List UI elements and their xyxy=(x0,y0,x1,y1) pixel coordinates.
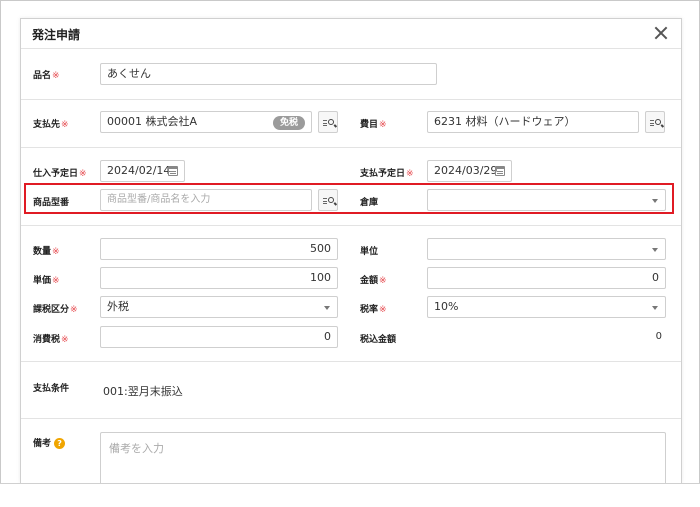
required-mark: ※ xyxy=(406,169,414,179)
payment-terms-value: 001:翌月末振込 xyxy=(103,385,183,398)
section-divider xyxy=(21,225,681,226)
account-input[interactable]: 6231 材料（ハードウェア） xyxy=(427,111,639,133)
amount-label: 金額※ xyxy=(360,276,387,286)
supplier-search-button[interactable] xyxy=(318,111,338,133)
supplier-value: 00001 株式会社A xyxy=(107,115,198,128)
purchase-order-dialog: 発注申請 品名※ あくせん 支払先※ 00001 株式会社A 免税 費目※ 62… xyxy=(20,18,682,483)
dialog-title: 発注申請 xyxy=(32,28,81,42)
tax-rate-label: 税率※ xyxy=(360,305,387,315)
consumption-tax-label: 消費税※ xyxy=(33,335,69,345)
tax-rate-select[interactable]: 10% xyxy=(427,296,666,318)
search-icon xyxy=(328,119,334,125)
payment-date-label: 支払予定日※ xyxy=(360,169,414,179)
product-name-input[interactable]: あくせん xyxy=(100,63,437,85)
chevron-down-icon xyxy=(324,306,330,310)
amount-input[interactable]: 0 xyxy=(427,267,666,289)
required-mark: ※ xyxy=(79,169,87,179)
quantity-label: 数量※ xyxy=(33,247,60,257)
required-mark: ※ xyxy=(52,71,60,81)
required-mark: ※ xyxy=(61,335,69,345)
list-icon xyxy=(650,120,654,126)
required-mark: ※ xyxy=(379,305,387,315)
tax-included-label: 税込金額 xyxy=(360,335,397,345)
tax-exempt-badge: 免税 xyxy=(272,116,305,130)
tax-category-value: 外税 xyxy=(107,300,129,313)
dialog-header: 発注申請 xyxy=(21,19,681,49)
required-mark: ※ xyxy=(379,120,387,130)
unit-label: 単位 xyxy=(360,247,379,257)
required-mark: ※ xyxy=(379,276,387,286)
payment-terms-label: 支払条件 xyxy=(33,384,70,394)
supplier-label: 支払先※ xyxy=(33,120,69,130)
purchase-date-value: 2024/02/14 xyxy=(107,164,171,177)
quantity-input[interactable]: 500 xyxy=(100,238,338,260)
list-icon xyxy=(323,120,327,126)
help-icon[interactable]: ? xyxy=(54,438,66,449)
warehouse-select[interactable] xyxy=(427,189,666,211)
purchase-date-input[interactable]: 2024/02/14 xyxy=(100,160,185,182)
section-divider xyxy=(21,99,681,100)
calendar-icon[interactable] xyxy=(168,166,178,176)
supplier-input[interactable]: 00001 株式会社A 免税 xyxy=(100,111,312,133)
tax-category-label: 課税区分※ xyxy=(33,305,78,315)
chevron-down-icon xyxy=(652,306,658,310)
tax-included-value: 0 xyxy=(655,331,662,342)
account-label: 費目※ xyxy=(360,120,387,130)
product-code-label: 商品型番 xyxy=(33,198,70,208)
chevron-down-icon xyxy=(652,248,658,252)
unit-price-input[interactable]: 100 xyxy=(100,267,338,289)
section-divider xyxy=(21,361,681,362)
tax-category-select[interactable]: 外税 xyxy=(100,296,338,318)
unit-price-label: 単価※ xyxy=(33,276,60,286)
search-icon xyxy=(655,119,661,125)
list-icon xyxy=(323,198,327,204)
required-mark: ※ xyxy=(61,120,69,130)
section-divider xyxy=(21,147,681,148)
purchase-date-label: 仕入予定日※ xyxy=(33,169,87,179)
payment-date-value: 2024/03/29 xyxy=(434,164,498,177)
product-name-label: 品名※ xyxy=(33,71,60,81)
product-code-input[interactable]: 商品型番/商品名を入力 xyxy=(100,189,312,211)
notes-label: 備考? xyxy=(33,436,66,449)
tax-rate-value: 10% xyxy=(434,300,459,313)
required-mark: ※ xyxy=(70,305,78,315)
product-search-button[interactable] xyxy=(318,189,338,211)
chevron-down-icon xyxy=(652,199,658,203)
search-icon xyxy=(328,197,334,203)
warehouse-label: 倉庫 xyxy=(360,198,379,208)
required-mark: ※ xyxy=(52,276,60,286)
section-divider xyxy=(21,418,681,419)
unit-select[interactable] xyxy=(427,238,666,260)
account-search-button[interactable] xyxy=(645,111,665,133)
close-icon[interactable] xyxy=(653,25,669,41)
required-mark: ※ xyxy=(52,247,60,257)
notes-textarea[interactable]: 備考を入力 xyxy=(100,432,666,483)
payment-date-input[interactable]: 2024/03/29 xyxy=(427,160,512,182)
calendar-icon[interactable] xyxy=(495,166,505,176)
footer-strip xyxy=(0,483,700,507)
consumption-tax-input[interactable]: 0 xyxy=(100,326,338,348)
